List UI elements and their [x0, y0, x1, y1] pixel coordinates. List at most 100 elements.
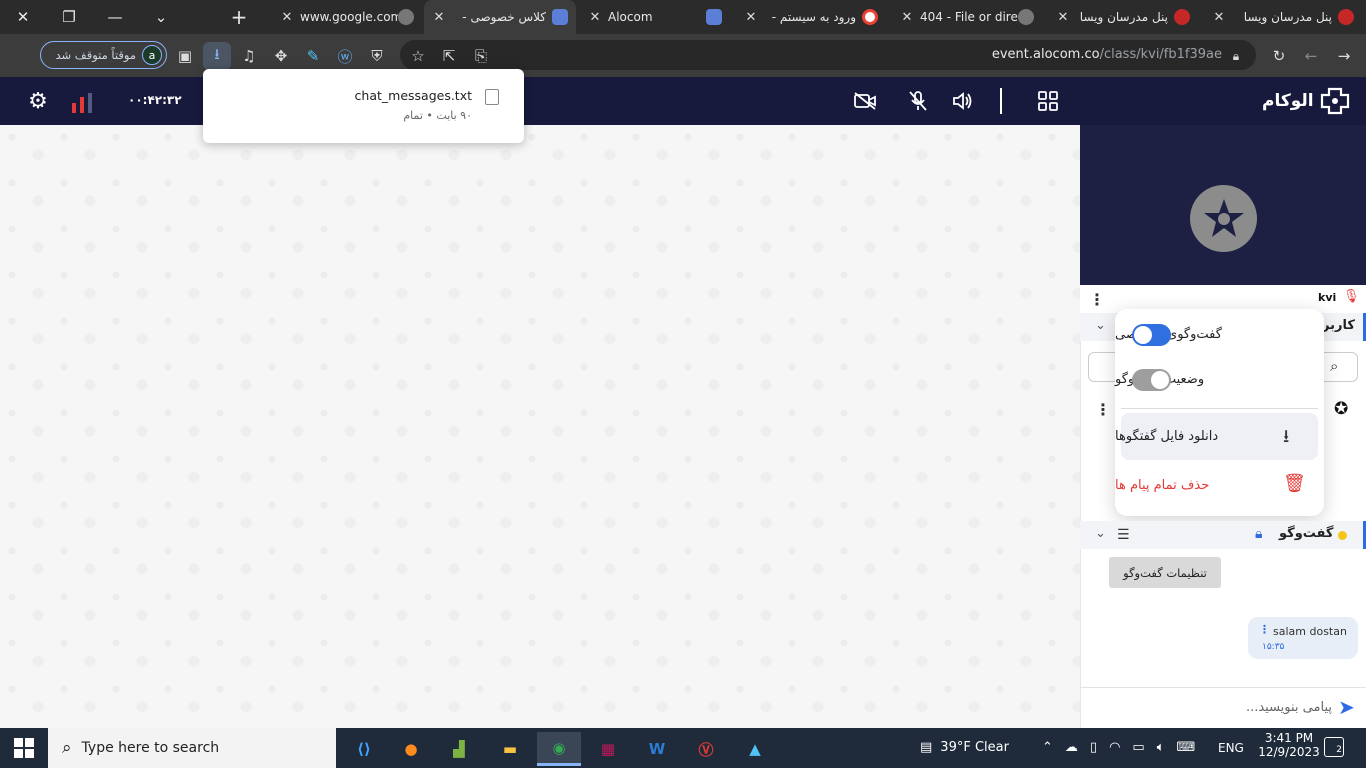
battery-icon: ▭	[1132, 740, 1145, 755]
message-options-button[interactable]: ⋮	[1259, 623, 1270, 636]
notifications-button[interactable]: 2	[1324, 737, 1344, 757]
chart-app-button[interactable]: ▟	[437, 732, 481, 766]
more-vertical-icon: ⋮	[1089, 290, 1105, 309]
tab-visa-panel-1[interactable]: ✕ پنل مدرسان ویسا	[1048, 0, 1198, 34]
message-input[interactable]: پیامی بنویسید...	[1088, 692, 1334, 722]
settings-button[interactable]: ⚙	[25, 88, 51, 114]
globe-icon	[1018, 9, 1034, 25]
close-tab-icon[interactable]: ✕	[744, 10, 758, 25]
extensions-button[interactable]: ✥	[267, 42, 295, 70]
tab-alocom[interactable]: ✕ Alocom	[580, 0, 730, 34]
vscode-app-button[interactable]: ⟨⟩	[342, 732, 386, 766]
site-info-button[interactable]: 🔒︎	[1226, 42, 1246, 70]
send-button[interactable]: ➤	[1338, 695, 1355, 719]
close-tab-icon[interactable]: ✕	[588, 10, 602, 25]
globe-icon	[398, 9, 414, 25]
system-tray[interactable]: ⌃ ☁ ▯ ◠ ▭ 🔈︎ ⌨	[1042, 740, 1195, 755]
wifi-icon: ◠	[1109, 740, 1121, 755]
header-divider	[1000, 88, 1002, 114]
share-button[interactable]: ⇱	[435, 42, 463, 70]
download-icon: ⭳	[1283, 426, 1290, 447]
url-text[interactable]: event.alocom.co/class/kvi/fb1f39ae	[992, 47, 1222, 62]
video-user-name: kvi	[1318, 291, 1337, 304]
notification-count: 2	[1336, 745, 1342, 755]
tab-visa-panel-2[interactable]: ✕ پنل مدرسان ویسا	[1204, 0, 1362, 34]
reload-icon: ↻	[1272, 47, 1286, 65]
private-chat-toggle[interactable]	[1132, 324, 1171, 346]
photos-app-button[interactable]: ▲	[733, 732, 777, 766]
reading-list-button[interactable]: ♫	[235, 42, 263, 70]
lock-icon: 🔒︎	[1232, 48, 1240, 63]
arrow-right-icon: →	[1337, 47, 1351, 65]
volume-icon: 🔈︎	[1156, 740, 1165, 755]
message-text: salam dostan	[1273, 625, 1347, 638]
download-bubble[interactable]: chat_messages.txt ۹۰ بایت • تمام	[203, 69, 524, 143]
weather-icon: ▤	[920, 740, 933, 755]
minimize-window-button[interactable]: —	[92, 0, 138, 34]
restore-window-button[interactable]: ❐	[46, 0, 92, 34]
search-icon: ⌕	[62, 738, 72, 758]
file-explorer-button[interactable]: ▬	[488, 732, 532, 766]
extension-wordpress-button[interactable]: ⓦ	[331, 42, 359, 70]
chat-status-toggle[interactable]	[1132, 369, 1171, 391]
star-icon: ☆	[411, 47, 425, 65]
firefox-app-button[interactable]: ●	[389, 732, 433, 766]
bookmark-button[interactable]: ☆	[404, 42, 432, 70]
extension-shield-button[interactable]: ⛨	[363, 42, 391, 70]
chat-section-label: گفت‌وگو	[1279, 526, 1334, 541]
visa-favicon-icon	[1174, 9, 1190, 25]
mic-toggle-button[interactable]	[905, 88, 931, 114]
clock[interactable]: 3:41 PM 12/9/2023	[1258, 731, 1320, 759]
downloads-button[interactable]: ⭳	[203, 42, 231, 70]
chevron-up-icon[interactable]: ⌃	[1042, 740, 1053, 755]
chrome-app-button[interactable]: ◉	[537, 732, 581, 766]
profile-button[interactable]: موقتاً متوقف شد a	[40, 41, 167, 69]
composer-divider	[1080, 687, 1366, 688]
visa-favicon-icon	[1338, 9, 1354, 25]
trash-icon: 🗑︎	[1283, 473, 1306, 494]
close-tab-icon[interactable]: ✕	[1212, 10, 1226, 25]
chat-settings-button[interactable]: ☰	[1117, 527, 1130, 543]
chevron-down-icon[interactable]: ⌄	[1095, 526, 1106, 541]
speaker-button[interactable]	[950, 88, 976, 114]
tab-login[interactable]: ✕ ورود به سیستم -	[736, 0, 886, 34]
user-row-options-button[interactable]: ⋮	[1095, 400, 1111, 419]
camera-toggle-button[interactable]	[852, 88, 878, 114]
forward-button[interactable]: ←	[1297, 42, 1325, 70]
chevron-down-icon[interactable]: ⌄	[1095, 318, 1106, 333]
taskbar-search[interactable]: ⌕ Type here to search	[48, 728, 336, 768]
winrar-app-button[interactable]: ▦	[586, 732, 630, 766]
user-options-button[interactable]: ⋮	[1089, 290, 1105, 309]
speaker-icon	[953, 92, 972, 110]
language-indicator[interactable]: ENG	[1218, 741, 1244, 755]
download-filename[interactable]: chat_messages.txt	[355, 88, 472, 103]
close-window-button[interactable]: ✕	[0, 0, 46, 34]
layout-button[interactable]	[1035, 88, 1061, 114]
tab-google[interactable]: ✕ www.google.com	[272, 0, 422, 34]
reload-button[interactable]: ↻	[1265, 42, 1293, 70]
new-tab-button[interactable]: +	[216, 0, 262, 34]
media-icon: ♫	[242, 47, 256, 65]
search-icon: ⌕	[1330, 357, 1339, 375]
chat-settings-tooltip: تنظیمات گفت‌وگو	[1109, 557, 1221, 588]
close-tab-icon[interactable]: ✕	[1056, 10, 1070, 25]
install-app-button[interactable]: ⎘	[467, 42, 495, 70]
side-panel-button[interactable]: ▣	[171, 42, 199, 70]
close-tab-icon[interactable]: ✕	[280, 10, 294, 25]
weather-widget[interactable]: ▤ 39°F Clear	[920, 740, 1009, 755]
tab-search-button[interactable]: ⌄	[138, 0, 184, 34]
close-icon: ✕	[16, 8, 30, 26]
close-tab-icon[interactable]: ✕	[900, 10, 914, 25]
word-app-button[interactable]: W	[635, 732, 679, 766]
tab-404[interactable]: ✕ 404 - File or dire	[892, 0, 1042, 34]
wordpress-icon: ⓦ	[337, 47, 353, 66]
session-timer: ۰۰:۴۲:۳۲	[128, 93, 182, 107]
extension-feather-button[interactable]: ✎	[299, 42, 327, 70]
users-section-label: کاربر	[1322, 318, 1355, 333]
tab-private-class[interactable]: ✕ کلاس خصوصی -	[424, 0, 576, 34]
back-button[interactable]: →	[1330, 42, 1358, 70]
download-status: ۹۰ بایت • تمام	[403, 109, 472, 122]
vpn-app-button[interactable]: Ⓥ	[684, 732, 728, 766]
close-tab-icon[interactable]: ✕	[432, 10, 446, 25]
start-button[interactable]	[14, 738, 34, 758]
